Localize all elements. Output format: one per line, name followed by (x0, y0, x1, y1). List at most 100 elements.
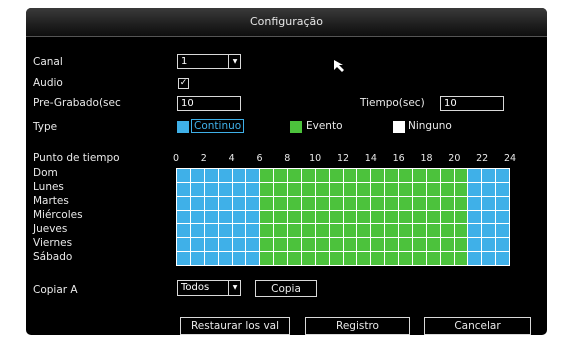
schedule-cell[interactable] (232, 196, 246, 210)
schedule-cell[interactable] (454, 196, 468, 210)
schedule-cell[interactable] (426, 169, 440, 182)
schedule-cell[interactable] (385, 169, 398, 182)
audio-checkbox[interactable]: ✓ (178, 78, 189, 89)
schedule-cell[interactable] (204, 196, 218, 210)
schedule-cell[interactable] (468, 238, 482, 252)
schedule-cell[interactable] (246, 224, 260, 238)
schedule-cell[interactable] (454, 182, 468, 196)
schedule-cell[interactable] (274, 196, 287, 210)
schedule-cell[interactable] (357, 196, 371, 210)
schedule-cell[interactable] (385, 238, 398, 252)
schedule-cell[interactable] (357, 224, 371, 238)
pre-grabado-input[interactable]: 10 (177, 96, 241, 111)
schedule-cell[interactable] (385, 210, 398, 224)
schedule-cell[interactable] (440, 224, 454, 238)
schedule-cell[interactable] (482, 238, 496, 252)
schedule-cell[interactable] (301, 252, 315, 265)
schedule-cell[interactable] (190, 210, 204, 224)
schedule-cell[interactable] (274, 224, 287, 238)
schedule-cell[interactable] (426, 196, 440, 210)
schedule-cell[interactable] (454, 210, 468, 224)
schedule-cell[interactable] (343, 196, 357, 210)
schedule-cell[interactable] (412, 210, 426, 224)
schedule-cell[interactable] (468, 252, 482, 265)
schedule-cell[interactable] (454, 238, 468, 252)
legend-label-ninguno[interactable]: Ninguno (408, 120, 452, 132)
schedule-cell[interactable] (412, 182, 426, 196)
schedule-cell[interactable] (426, 182, 440, 196)
schedule-cell[interactable] (204, 182, 218, 196)
schedule-cell[interactable] (218, 210, 232, 224)
schedule-cell[interactable] (190, 252, 204, 265)
schedule-cell[interactable] (190, 224, 204, 238)
schedule-cell[interactable] (357, 238, 371, 252)
schedule-cell[interactable] (329, 252, 343, 265)
legend-swatch-evento[interactable] (290, 121, 302, 133)
schedule-cell[interactable] (468, 182, 482, 196)
schedule-cell[interactable] (218, 224, 232, 238)
schedule-cell[interactable] (274, 182, 287, 196)
schedule-cell[interactable] (288, 224, 301, 238)
schedule-cell[interactable] (301, 196, 315, 210)
schedule-cell[interactable] (496, 252, 509, 265)
schedule-cell[interactable] (482, 210, 496, 224)
schedule-cell[interactable] (315, 224, 329, 238)
schedule-cell[interactable] (246, 252, 260, 265)
schedule-cell[interactable] (177, 182, 190, 196)
schedule-cell[interactable] (399, 196, 412, 210)
schedule-cell[interactable] (399, 238, 412, 252)
schedule-cell[interactable] (371, 238, 385, 252)
cancel-button[interactable]: Cancelar (424, 317, 531, 335)
schedule-cell[interactable] (357, 252, 371, 265)
schedule-cell[interactable] (190, 196, 204, 210)
schedule-cell[interactable] (496, 182, 509, 196)
schedule-cell[interactable] (385, 252, 398, 265)
schedule-cell[interactable] (177, 224, 190, 238)
schedule-cell[interactable] (246, 196, 260, 210)
schedule-cell[interactable] (246, 182, 260, 196)
schedule-cell[interactable] (496, 196, 509, 210)
schedule-cell[interactable] (426, 210, 440, 224)
schedule-cell[interactable] (190, 182, 204, 196)
schedule-cell[interactable] (204, 169, 218, 182)
schedule-cell[interactable] (371, 252, 385, 265)
schedule-cell[interactable] (204, 210, 218, 224)
schedule-cell[interactable] (232, 252, 246, 265)
schedule-cell[interactable] (399, 252, 412, 265)
schedule-cell[interactable] (371, 182, 385, 196)
schedule-cell[interactable] (301, 182, 315, 196)
schedule-cell[interactable] (274, 238, 287, 252)
schedule-cell[interactable] (468, 169, 482, 182)
schedule-cell[interactable] (218, 169, 232, 182)
schedule-cell[interactable] (260, 224, 274, 238)
schedule-cell[interactable] (454, 252, 468, 265)
schedule-cell[interactable] (412, 196, 426, 210)
legend-swatch-ninguno[interactable] (393, 121, 405, 133)
schedule-cell[interactable] (468, 210, 482, 224)
schedule-cell[interactable] (343, 238, 357, 252)
schedule-cell[interactable] (190, 238, 204, 252)
save-button[interactable]: Registro (305, 317, 410, 335)
schedule-cell[interactable] (412, 238, 426, 252)
schedule-cell[interactable] (288, 210, 301, 224)
schedule-cell[interactable] (426, 238, 440, 252)
schedule-cell[interactable] (177, 169, 190, 182)
schedule-cell[interactable] (329, 224, 343, 238)
schedule-cell[interactable] (288, 252, 301, 265)
schedule-cell[interactable] (343, 252, 357, 265)
schedule-cell[interactable] (357, 210, 371, 224)
schedule-cell[interactable] (412, 224, 426, 238)
schedule-cell[interactable] (357, 169, 371, 182)
schedule-cell[interactable] (246, 210, 260, 224)
schedule-cell[interactable] (329, 169, 343, 182)
schedule-cell[interactable] (343, 210, 357, 224)
legend-label-evento[interactable]: Evento (306, 120, 343, 132)
schedule-cell[interactable] (385, 224, 398, 238)
schedule-cell[interactable] (468, 224, 482, 238)
schedule-cell[interactable] (426, 252, 440, 265)
schedule-cell[interactable] (315, 210, 329, 224)
schedule-cell[interactable] (232, 210, 246, 224)
schedule-cell[interactable] (399, 169, 412, 182)
copia-button[interactable]: Copia (255, 280, 317, 297)
schedule-cell[interactable] (482, 169, 496, 182)
